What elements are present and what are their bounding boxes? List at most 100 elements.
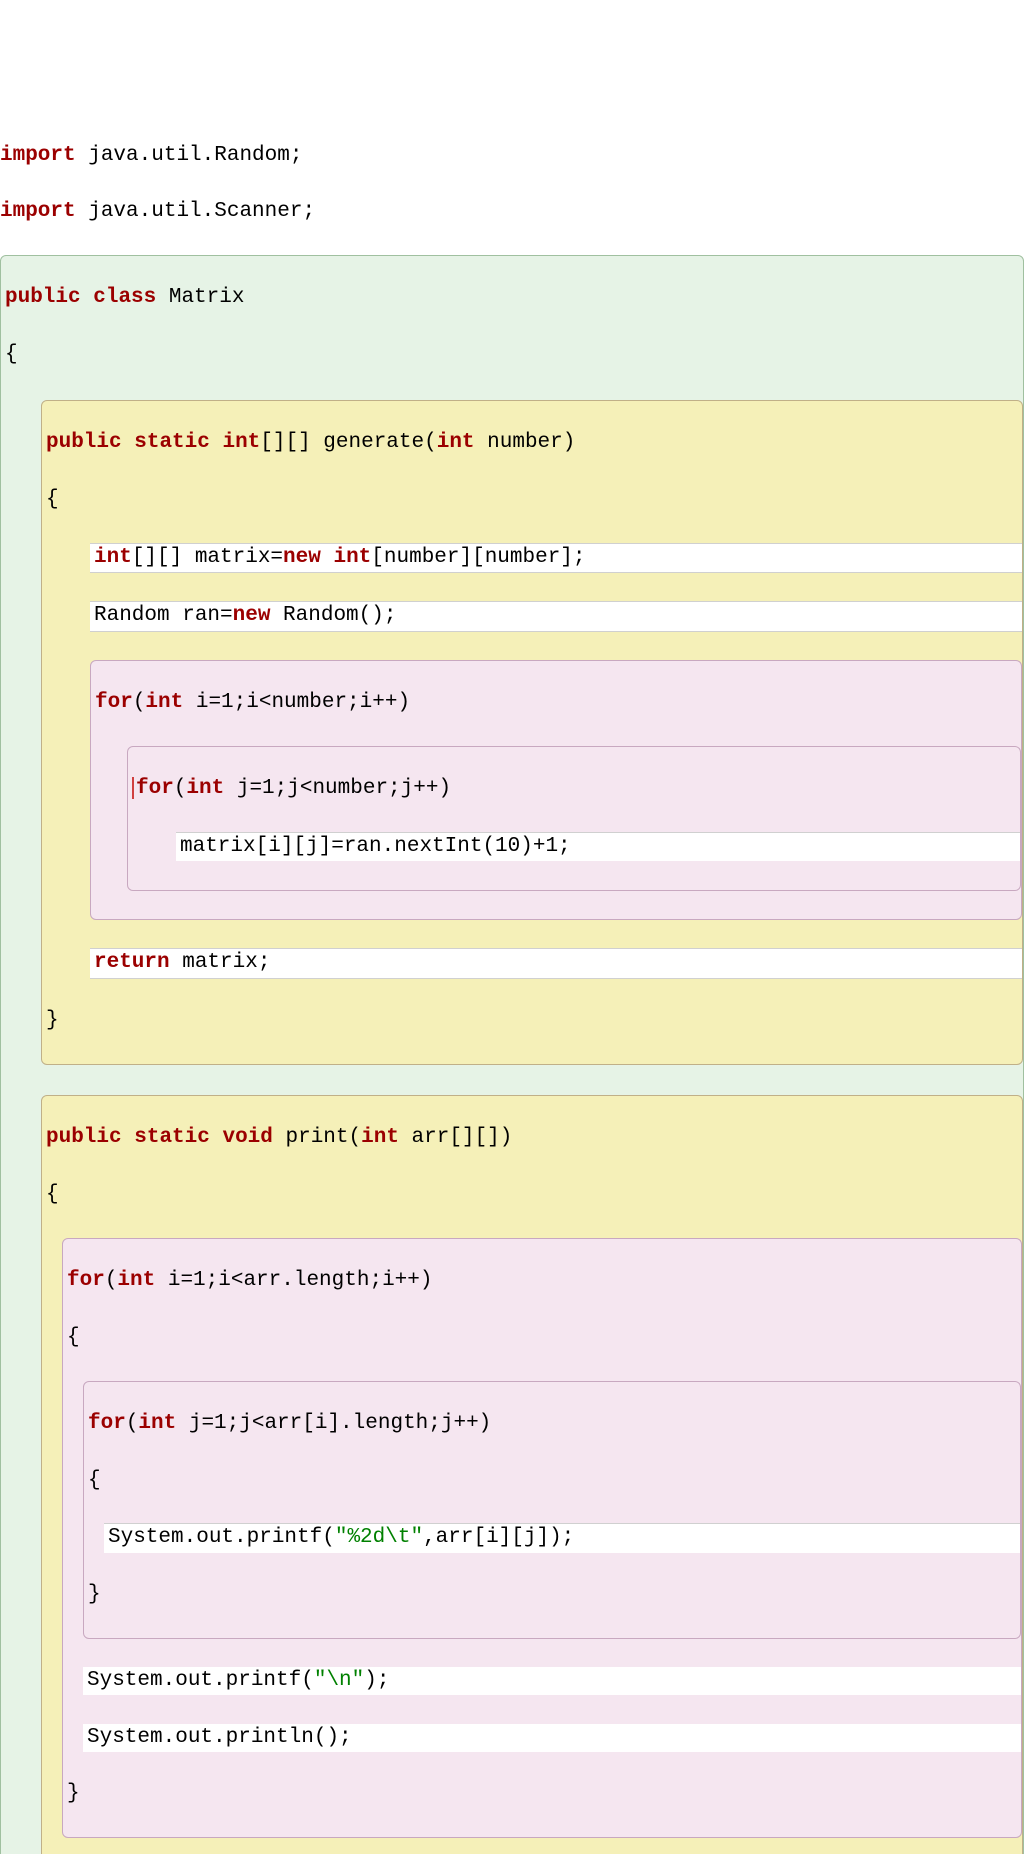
keyword: int	[186, 777, 224, 800]
code-text: System.out.printf(	[108, 1526, 335, 1549]
code-text: System.out.printf(	[87, 1669, 314, 1692]
keyword: for	[88, 1412, 126, 1435]
code-text: (	[126, 1412, 139, 1435]
code-text: ,arr[i][j]);	[423, 1526, 574, 1549]
code-line: }	[63, 1780, 1021, 1808]
code-line: {	[84, 1467, 1020, 1495]
body-line: System.out.println();	[83, 1724, 1021, 1752]
code-text: );	[364, 1669, 389, 1692]
code-line: System.out.printf("\n");	[83, 1667, 1021, 1695]
brace: {	[46, 488, 59, 511]
brace: }	[88, 1583, 101, 1606]
brace: }	[46, 1009, 59, 1032]
string-literal: "\n"	[314, 1669, 364, 1692]
code-text: i=1;i<arr.length;i++)	[155, 1269, 432, 1292]
keyword: new	[283, 546, 321, 569]
code-text: i=1;i<number;i++)	[183, 691, 410, 714]
code-text: Random ran=	[94, 604, 233, 627]
brace: {	[88, 1469, 101, 1492]
code-line: for(int i=1;i<number;i++)	[91, 689, 1021, 717]
code-line: matrix[i][j]=ran.nextInt(10)+1;	[176, 833, 1020, 861]
method-block: public static int[][] generate(int numbe…	[41, 400, 1023, 1065]
code-line: for(int i=1;i<arr.length;i++)	[63, 1267, 1021, 1295]
keyword: for	[95, 691, 133, 714]
keyword: new	[233, 604, 271, 627]
code-text: java.util.Scanner;	[76, 200, 315, 223]
code-line: System.out.printf("%2d\t",arr[i][j]);	[104, 1524, 1020, 1552]
keyword: public	[5, 286, 81, 309]
code-line: int[][] matrix=new int[number][number];	[90, 544, 1022, 572]
code-line: import java.util.Random;	[0, 142, 1024, 170]
keyword: return	[94, 951, 170, 974]
code-text: System.out.println();	[87, 1726, 352, 1749]
for-block: for(int i=1;i<number;i++) for(int j=1;j<…	[90, 660, 1022, 920]
code-line: }	[42, 1007, 1022, 1035]
code-text: number)	[475, 431, 576, 454]
code-line: return matrix;	[90, 949, 1022, 977]
keyword: int	[145, 691, 183, 714]
body-line: return matrix;	[90, 948, 1022, 978]
class-block: public class Matrix { public static int[…	[0, 255, 1024, 1854]
body-line: int[][] matrix=new int[number][number];	[90, 543, 1022, 573]
code-line: {	[1, 341, 1023, 369]
code-text: java.util.Random;	[76, 144, 303, 167]
body-line: System.out.printf("%2d\t",arr[i][j]);	[104, 1523, 1020, 1552]
code-line: import java.util.Scanner;	[0, 198, 1024, 226]
keyword: static	[134, 431, 210, 454]
string-literal: "%2d\t"	[335, 1526, 423, 1549]
code-line: {	[42, 486, 1022, 514]
keyword: int	[94, 546, 132, 569]
method-name: print(	[273, 1126, 361, 1149]
method-block: public static void print(int arr[][]) { …	[41, 1095, 1023, 1854]
keyword: int	[361, 1126, 399, 1149]
brace: }	[67, 1782, 80, 1805]
keyword: void	[222, 1126, 272, 1149]
code-text: (	[174, 777, 187, 800]
keyword: int	[117, 1269, 155, 1292]
for-block: for(int i=1;i<arr.length;i++) { for(int …	[62, 1238, 1022, 1838]
code-line: for(int j=1;j<arr[i].length;j++)	[84, 1410, 1020, 1438]
code-line: {	[42, 1181, 1022, 1209]
keyword: int	[222, 431, 260, 454]
code-text: [number][number];	[371, 546, 585, 569]
code-text: [][] matrix=	[132, 546, 283, 569]
code-text: [][]	[260, 431, 323, 454]
code-text: j=1;j<arr[i].length;j++)	[176, 1412, 491, 1435]
keyword: int	[138, 1412, 176, 1435]
code-line: for(int j=1;j<number;j++)	[128, 775, 1020, 803]
keyword: int	[321, 546, 371, 569]
code-line: public static void print(int arr[][])	[42, 1124, 1022, 1152]
code-text: Random();	[270, 604, 396, 627]
code-text: (	[133, 691, 146, 714]
class-name: Matrix	[156, 286, 244, 309]
code-line: System.out.println();	[83, 1724, 1021, 1752]
keyword: class	[93, 286, 156, 309]
body-line: System.out.printf("\n");	[83, 1667, 1021, 1695]
body-line: Random ran=new Random();	[90, 601, 1022, 631]
keyword: int	[437, 431, 475, 454]
keyword: public	[46, 431, 122, 454]
brace: {	[67, 1326, 80, 1349]
keyword: public	[46, 1126, 122, 1149]
code-text: (	[105, 1269, 118, 1292]
keyword: for	[67, 1269, 105, 1292]
code-text: arr[][])	[399, 1126, 512, 1149]
code-view: import java.util.Random; import java.uti…	[0, 113, 1024, 1854]
code-line: public class Matrix	[1, 284, 1023, 312]
code-line: }	[84, 1581, 1020, 1609]
method-name: generate(	[323, 431, 436, 454]
brace: {	[46, 1183, 59, 1206]
keyword: static	[134, 1126, 210, 1149]
brace: {	[5, 343, 18, 366]
keyword: import	[0, 200, 76, 223]
code-line: public static int[][] generate(int numbe…	[42, 429, 1022, 457]
cursor-icon	[132, 777, 134, 799]
code-text: matrix[i][j]=ran.nextInt(10)+1;	[180, 835, 571, 858]
keyword: import	[0, 144, 76, 167]
code-line: Random ran=new Random();	[90, 602, 1022, 630]
for-block-inner: for(int j=1;j<arr[i].length;j++) { Syste…	[83, 1381, 1021, 1639]
for-block-inner: for(int j=1;j<number;j++) matrix[i][j]=r…	[127, 746, 1021, 891]
keyword: for	[136, 777, 174, 800]
code-text: j=1;j<number;j++)	[224, 777, 451, 800]
code-text: matrix;	[170, 951, 271, 974]
